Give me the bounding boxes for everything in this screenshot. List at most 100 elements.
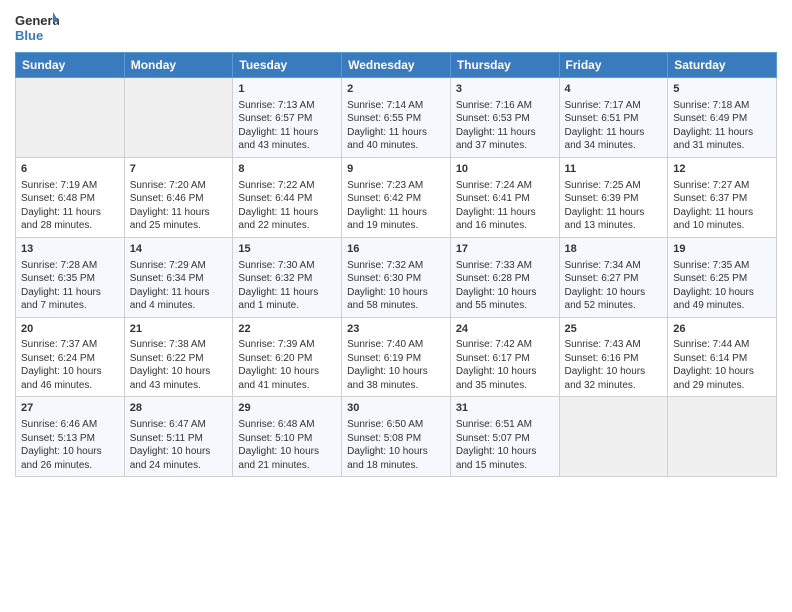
day-info: Daylight: 11 hours and 31 minutes.: [673, 126, 771, 153]
calendar-cell: [559, 397, 668, 477]
column-header-friday: Friday: [559, 53, 668, 78]
calendar-cell: 2Sunrise: 7:14 AMSunset: 6:55 PMDaylight…: [342, 78, 451, 158]
day-info: Sunset: 6:25 PM: [673, 272, 771, 286]
calendar-cell: 11Sunrise: 7:25 AMSunset: 6:39 PMDayligh…: [559, 157, 668, 237]
day-info: Sunrise: 7:39 AM: [238, 338, 336, 352]
day-info: Daylight: 11 hours and 1 minute.: [238, 286, 336, 313]
svg-text:General: General: [15, 13, 59, 28]
day-number: 15: [238, 242, 336, 257]
day-info: Sunset: 6:51 PM: [565, 112, 663, 126]
day-info: Daylight: 10 hours and 52 minutes.: [565, 286, 663, 313]
day-info: Sunset: 6:53 PM: [456, 112, 554, 126]
day-info: Daylight: 10 hours and 58 minutes.: [347, 286, 445, 313]
calendar-body: 1Sunrise: 7:13 AMSunset: 6:57 PMDaylight…: [16, 78, 777, 477]
day-info: Daylight: 10 hours and 15 minutes.: [456, 445, 554, 472]
logo-svg: General Blue: [15, 10, 59, 46]
day-info: Sunrise: 7:34 AM: [565, 259, 663, 273]
day-info: Sunset: 5:07 PM: [456, 432, 554, 446]
calendar-cell: 3Sunrise: 7:16 AMSunset: 6:53 PMDaylight…: [450, 78, 559, 158]
day-info: Sunset: 6:34 PM: [130, 272, 228, 286]
day-info: Daylight: 11 hours and 4 minutes.: [130, 286, 228, 313]
day-info: Sunrise: 7:30 AM: [238, 259, 336, 273]
calendar-cell: 16Sunrise: 7:32 AMSunset: 6:30 PMDayligh…: [342, 237, 451, 317]
day-info: Sunrise: 7:13 AM: [238, 99, 336, 113]
day-info: Sunset: 6:19 PM: [347, 352, 445, 366]
column-header-saturday: Saturday: [668, 53, 777, 78]
column-header-monday: Monday: [124, 53, 233, 78]
calendar-cell: 25Sunrise: 7:43 AMSunset: 6:16 PMDayligh…: [559, 317, 668, 397]
day-info: Sunrise: 6:46 AM: [21, 418, 119, 432]
day-number: 16: [347, 242, 445, 257]
day-info: Sunrise: 7:42 AM: [456, 338, 554, 352]
header-row: SundayMondayTuesdayWednesdayThursdayFrid…: [16, 53, 777, 78]
calendar-table: SundayMondayTuesdayWednesdayThursdayFrid…: [15, 52, 777, 477]
day-number: 29: [238, 401, 336, 416]
calendar-cell: 8Sunrise: 7:22 AMSunset: 6:44 PMDaylight…: [233, 157, 342, 237]
calendar-cell: [668, 397, 777, 477]
day-info: Daylight: 11 hours and 28 minutes.: [21, 206, 119, 233]
day-info: Daylight: 11 hours and 10 minutes.: [673, 206, 771, 233]
calendar-cell: [124, 78, 233, 158]
day-info: Sunset: 6:32 PM: [238, 272, 336, 286]
day-info: Sunset: 6:46 PM: [130, 192, 228, 206]
day-info: Daylight: 10 hours and 29 minutes.: [673, 365, 771, 392]
day-number: 23: [347, 322, 445, 337]
day-info: Sunrise: 7:23 AM: [347, 179, 445, 193]
day-info: Sunrise: 7:24 AM: [456, 179, 554, 193]
day-info: Sunrise: 7:28 AM: [21, 259, 119, 273]
day-info: Daylight: 10 hours and 18 minutes.: [347, 445, 445, 472]
day-number: 8: [238, 162, 336, 177]
day-info: Sunrise: 7:40 AM: [347, 338, 445, 352]
calendar-cell: 10Sunrise: 7:24 AMSunset: 6:41 PMDayligh…: [450, 157, 559, 237]
day-info: Sunrise: 7:19 AM: [21, 179, 119, 193]
day-info: Sunset: 6:37 PM: [673, 192, 771, 206]
day-number: 24: [456, 322, 554, 337]
day-info: Sunrise: 7:35 AM: [673, 259, 771, 273]
day-info: Sunset: 5:13 PM: [21, 432, 119, 446]
calendar-cell: 13Sunrise: 7:28 AMSunset: 6:35 PMDayligh…: [16, 237, 125, 317]
day-info: Sunrise: 7:17 AM: [565, 99, 663, 113]
day-info: Daylight: 10 hours and 38 minutes.: [347, 365, 445, 392]
column-header-sunday: Sunday: [16, 53, 125, 78]
calendar-cell: 19Sunrise: 7:35 AMSunset: 6:25 PMDayligh…: [668, 237, 777, 317]
day-info: Sunrise: 6:48 AM: [238, 418, 336, 432]
calendar-cell: 4Sunrise: 7:17 AMSunset: 6:51 PMDaylight…: [559, 78, 668, 158]
calendar-cell: 20Sunrise: 7:37 AMSunset: 6:24 PMDayligh…: [16, 317, 125, 397]
day-number: 12: [673, 162, 771, 177]
week-row-2: 6Sunrise: 7:19 AMSunset: 6:48 PMDaylight…: [16, 157, 777, 237]
week-row-1: 1Sunrise: 7:13 AMSunset: 6:57 PMDaylight…: [16, 78, 777, 158]
calendar-cell: 14Sunrise: 7:29 AMSunset: 6:34 PMDayligh…: [124, 237, 233, 317]
calendar-cell: 6Sunrise: 7:19 AMSunset: 6:48 PMDaylight…: [16, 157, 125, 237]
day-info: Daylight: 11 hours and 19 minutes.: [347, 206, 445, 233]
day-info: Sunset: 6:49 PM: [673, 112, 771, 126]
day-info: Sunset: 6:57 PM: [238, 112, 336, 126]
week-row-4: 20Sunrise: 7:37 AMSunset: 6:24 PMDayligh…: [16, 317, 777, 397]
day-info: Sunrise: 7:25 AM: [565, 179, 663, 193]
header: General Blue: [15, 10, 777, 46]
day-info: Daylight: 11 hours and 7 minutes.: [21, 286, 119, 313]
day-info: Daylight: 11 hours and 40 minutes.: [347, 126, 445, 153]
day-info: Sunrise: 7:14 AM: [347, 99, 445, 113]
day-number: 1: [238, 82, 336, 97]
day-number: 17: [456, 242, 554, 257]
day-info: Daylight: 11 hours and 43 minutes.: [238, 126, 336, 153]
day-info: Sunrise: 7:44 AM: [673, 338, 771, 352]
day-info: Sunset: 5:10 PM: [238, 432, 336, 446]
calendar-cell: 21Sunrise: 7:38 AMSunset: 6:22 PMDayligh…: [124, 317, 233, 397]
day-number: 18: [565, 242, 663, 257]
day-info: Sunrise: 7:18 AM: [673, 99, 771, 113]
day-info: Sunrise: 7:38 AM: [130, 338, 228, 352]
day-info: Sunrise: 7:37 AM: [21, 338, 119, 352]
calendar-cell: 26Sunrise: 7:44 AMSunset: 6:14 PMDayligh…: [668, 317, 777, 397]
day-info: Sunset: 6:35 PM: [21, 272, 119, 286]
calendar-cell: 18Sunrise: 7:34 AMSunset: 6:27 PMDayligh…: [559, 237, 668, 317]
column-header-wednesday: Wednesday: [342, 53, 451, 78]
day-info: Sunrise: 7:43 AM: [565, 338, 663, 352]
day-info: Sunset: 6:17 PM: [456, 352, 554, 366]
day-info: Sunset: 6:20 PM: [238, 352, 336, 366]
day-number: 22: [238, 322, 336, 337]
week-row-5: 27Sunrise: 6:46 AMSunset: 5:13 PMDayligh…: [16, 397, 777, 477]
day-info: Sunset: 6:39 PM: [565, 192, 663, 206]
day-info: Daylight: 11 hours and 37 minutes.: [456, 126, 554, 153]
calendar-cell: 23Sunrise: 7:40 AMSunset: 6:19 PMDayligh…: [342, 317, 451, 397]
